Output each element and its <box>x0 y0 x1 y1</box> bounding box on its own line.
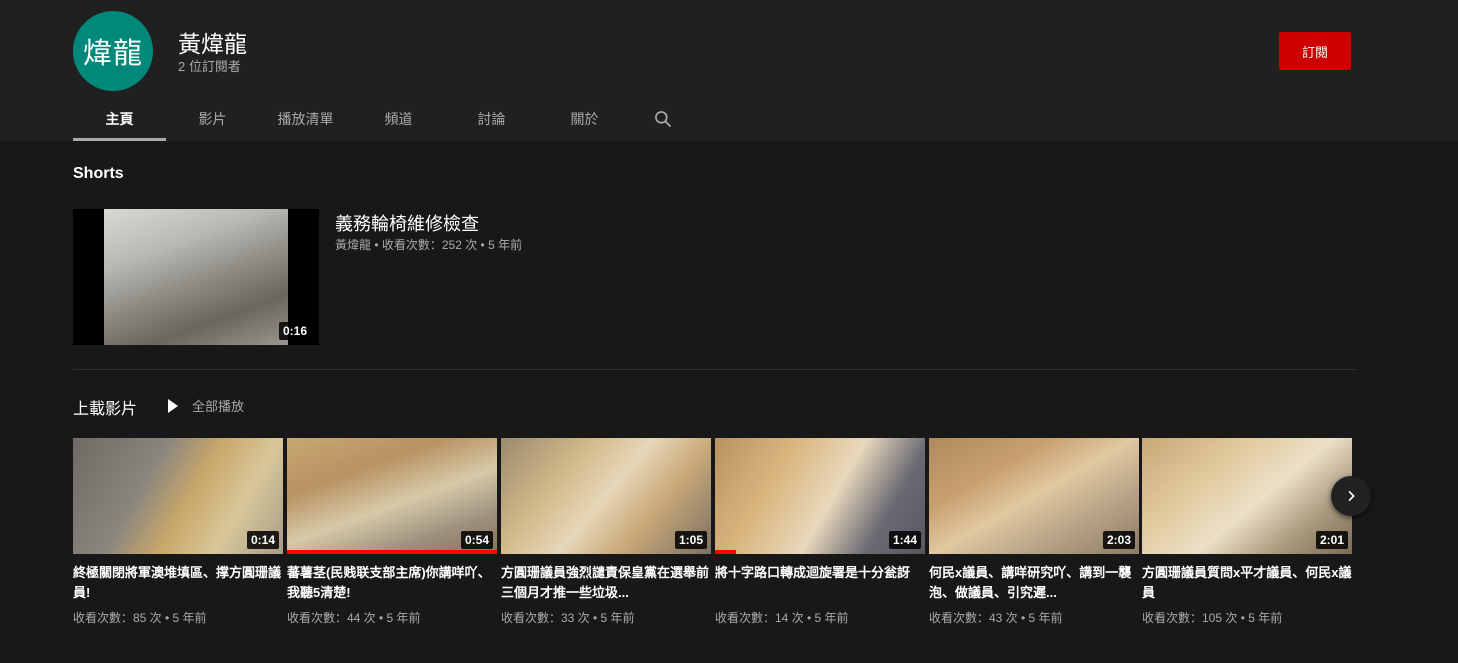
carousel-next-button[interactable] <box>1331 476 1371 516</box>
video-card: 1:05 方圓珊議員強烈譴責保皇黨在選舉前三個月才推一些垃圾... 收看次數：3… <box>501 438 711 626</box>
watch-progress-bar <box>287 550 497 554</box>
video-meta: 收看次數：105 次 • 5 年前 <box>1142 611 1283 625</box>
video-card: 0:54 蕃薯茎(民贱联支部主席)你講咩吖、我聽5清楚! 收看次數：44 次 •… <box>287 438 497 626</box>
search-icon <box>655 110 672 127</box>
video-thumbnail[interactable]: 0:14 <box>73 438 283 554</box>
video-title[interactable]: 終極關閉將軍澳堆填區、撑方圓珊議員! <box>73 563 283 603</box>
play-icon <box>168 398 178 413</box>
video-meta: 收看次數：14 次 • 5 年前 <box>715 611 849 625</box>
channel-tabs: 主頁 影片 播放清單 頻道 討論 關於 <box>73 96 695 141</box>
tab-videos[interactable]: 影片 <box>166 96 259 141</box>
video-meta: 收看次數：33 次 • 5 年前 <box>501 611 635 625</box>
subscriber-count: 2 位訂閱者 <box>178 59 241 74</box>
uploads-section-title[interactable]: 上載影片 <box>73 395 137 419</box>
video-title[interactable]: 蕃薯茎(民贱联支部主席)你講咩吖、我聽5清楚! <box>287 563 497 603</box>
channel-avatar[interactable]: 煒龍 <box>73 11 153 91</box>
video-card: 1:44 將十字路口轉成迴旋署是十分瓮訝 收看次數：14 次 • 5 年前 <box>715 438 925 626</box>
chevron-right-icon <box>1348 490 1355 502</box>
watch-progress-bar <box>715 550 736 554</box>
video-thumbnail[interactable]: 2:01 <box>1142 438 1352 554</box>
video-card: 2:03 何民x議員、講咩研究吖、講到一襲泡、做議員、引究遲... 收看次數：4… <box>929 438 1139 626</box>
video-thumbnail[interactable]: 2:03 <box>929 438 1139 554</box>
channel-name: 黃煒龍 <box>178 31 247 57</box>
duration-badge: 0:16 <box>278 322 311 340</box>
video-thumbnail[interactable]: 0:54 <box>287 438 497 554</box>
tab-home[interactable]: 主頁 <box>73 96 166 141</box>
video-card: 0:14 終極關閉將軍澳堆填區、撑方圓珊議員! 收看次數：85 次 • 5 年前 <box>73 438 283 626</box>
video-card: 2:01 方圓珊議員質問x平才議員、何民x議員 收看次數：105 次 • 5 年… <box>1142 438 1352 626</box>
video-thumbnail[interactable]: 1:05 <box>501 438 711 554</box>
channel-search-button[interactable] <box>631 96 695 141</box>
section-divider <box>73 369 1356 370</box>
play-all-label: 全部播放 <box>192 399 245 414</box>
short-video-thumbnail[interactable]: 0:16 <box>73 209 319 345</box>
video-title[interactable]: 方圓珊議員質問x平才議員、何民x議員 <box>1142 563 1352 603</box>
video-meta: 收看次數：44 次 • 5 年前 <box>287 611 421 625</box>
play-all-button[interactable]: 全部播放 <box>168 396 244 415</box>
channel-header: 煒龍 黃煒龍 2 位訂閱者 訂閱 主頁 影片 播放清單 頻道 討論 關於 <box>0 0 1458 141</box>
video-title[interactable]: 將十字路口轉成迴旋署是十分瓮訝 <box>715 563 925 603</box>
duration-badge: 1:05 <box>674 531 707 549</box>
tab-playlists[interactable]: 播放清單 <box>259 96 352 141</box>
duration-badge: 0:54 <box>460 531 493 549</box>
tab-discussion[interactable]: 討論 <box>445 96 538 141</box>
duration-badge: 1:44 <box>888 531 921 549</box>
short-video-image <box>104 209 288 345</box>
shorts-section-title: Shorts <box>73 165 124 182</box>
duration-badge: 2:01 <box>1315 531 1348 549</box>
tab-channels[interactable]: 頻道 <box>352 96 445 141</box>
video-title[interactable]: 何民x議員、講咩研究吖、講到一襲泡、做議員、引究遲... <box>929 563 1139 603</box>
short-video-meta: 黃煒龍 • 收看次數：252 次 • 5 年前 <box>335 238 523 252</box>
subscribe-button[interactable]: 訂閱 <box>1279 32 1351 70</box>
duration-badge: 0:14 <box>246 531 279 549</box>
video-meta: 收看次數：85 次 • 5 年前 <box>73 611 207 625</box>
tab-about[interactable]: 關於 <box>538 96 631 141</box>
video-thumbnail[interactable]: 1:44 <box>715 438 925 554</box>
duration-badge: 2:03 <box>1102 531 1135 549</box>
video-title[interactable]: 方圓珊議員強烈譴責保皇黨在選舉前三個月才推一些垃圾... <box>501 563 711 603</box>
short-video-title[interactable]: 義務輪椅維修檢查 <box>335 210 479 236</box>
video-meta: 收看次數：43 次 • 5 年前 <box>929 611 1063 625</box>
